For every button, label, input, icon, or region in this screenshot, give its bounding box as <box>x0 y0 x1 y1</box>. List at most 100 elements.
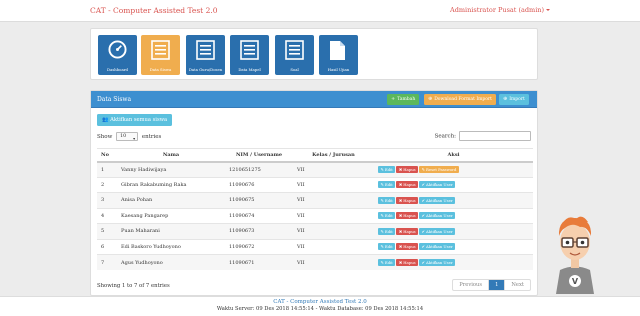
aktifkan-user-button[interactable]: ✔ Aktifkan User <box>419 259 456 266</box>
cell-nim: 11090673 <box>225 223 293 239</box>
cell-nim: 1210651275 <box>225 161 293 177</box>
tile-data-siswa[interactable]: Data Siswa <box>141 35 180 75</box>
tile-dashboard[interactable]: Dashboard <box>98 35 137 75</box>
table-row: 7 Agus Yudhoyono 11090671 VII ✎ Edit ✖ Ha… <box>97 254 533 270</box>
hapus-button[interactable]: ✖ Hapus <box>396 243 419 251</box>
cell-kelas: VII <box>293 238 374 255</box>
cell-aksi: ✎ Edit ✖ Hapus ✔ Aktifkan User <box>374 192 533 208</box>
cell-no: 2 <box>97 176 117 193</box>
siswa-table: No Nama NIM / Username Kelas / Jurusan A… <box>97 148 533 270</box>
cell-nama: Agus Yudhoyono <box>117 254 225 270</box>
aktifkan-semua-button[interactable]: 👥 Aktifkan semua siswa <box>97 114 173 126</box>
column-header: Aksi <box>374 148 533 163</box>
cell-no: 4 <box>97 207 117 224</box>
column-header[interactable]: NIM / Username <box>225 148 293 163</box>
edit-button[interactable]: ✎ Edit <box>378 243 396 251</box>
cell-nim: 11090672 <box>225 238 293 255</box>
column-header[interactable]: Kelas / Jurusan <box>293 148 374 163</box>
table-row: 2 Gibran Rakabuming Raka 11090676 VII ✎ … <box>97 176 533 193</box>
tile-soal[interactable]: Soal <box>275 35 314 75</box>
hapus-button[interactable]: ✖ Hapus <box>396 227 419 235</box>
aktifkan-user-button[interactable]: ✔ Aktifkan User <box>419 227 456 235</box>
edit-button[interactable]: ✎ Edit <box>378 181 396 189</box>
page-size-select[interactable]: 10 ▾ <box>116 132 139 141</box>
search-label: Search: <box>434 133 456 140</box>
cell-no: 1 <box>97 161 117 177</box>
aktifkan-label: Aktifkan User <box>426 182 453 188</box>
users-icon: 👥 <box>102 117 111 123</box>
edit-button[interactable]: ✎ Edit <box>378 212 396 220</box>
aktifkan-label: Aktifkan User <box>426 228 453 234</box>
list-icon <box>285 40 304 60</box>
tile-label: Data Guru/Dosen <box>188 67 223 72</box>
edit-label: Edit <box>384 260 393 265</box>
import-button[interactable]: ⊕ Import <box>499 94 529 105</box>
cell-no: 6 <box>97 238 117 255</box>
tile-data-mapel[interactable]: Data Mapel <box>230 35 269 75</box>
page-size-value: 10 <box>120 134 127 139</box>
tile-hasil-ujian[interactable]: Hasil Ujian <box>319 35 358 75</box>
speedometer-icon <box>108 40 127 59</box>
hapus-label: Hapus <box>403 213 416 219</box>
mascot-badge-letter: V <box>572 277 579 286</box>
hapus-button[interactable]: ✖ Hapus <box>396 166 419 173</box>
aktifkan-label: Aktifkan User <box>426 244 453 250</box>
cell-nim: 11090675 <box>225 192 293 208</box>
import-label: Import <box>509 97 525 102</box>
reset-password-button[interactable]: ✎ Reset Password <box>419 166 459 173</box>
hapus-label: Hapus <box>403 197 416 203</box>
edit-button[interactable]: ✎ Edit <box>378 196 396 204</box>
cell-aksi: ✎ Edit ✖ Hapus ✔ Aktifkan User <box>374 176 533 193</box>
cell-nama: Kaesang Pangarep <box>117 207 225 224</box>
aktifkan-user-button[interactable]: ✔ Aktifkan User <box>419 196 456 204</box>
hapus-button[interactable]: ✖ Hapus <box>396 259 419 266</box>
aktifkan-user-button[interactable]: ✔ Aktifkan User <box>419 243 456 251</box>
cell-nama: Puan Maharani <box>117 223 225 239</box>
top-navbar: CAT - Computer Assisted Test 2.0 Adminis… <box>0 0 640 22</box>
cell-aksi: ✎ Edit ✖ Hapus ✎ Reset Password <box>374 161 533 177</box>
document-icon <box>330 41 345 60</box>
show-label: Show <box>97 134 113 140</box>
search-control: Search: <box>435 131 531 142</box>
entries-label: entries <box>141 134 162 140</box>
table-row: 4 Kaesang Pangarep 11090674 VII ✎ Edit ✖ … <box>97 207 533 224</box>
cell-nama: Gibran Rakabuming Raka <box>117 176 225 193</box>
hapus-button[interactable]: ✖ Hapus <box>396 181 419 189</box>
page-1-button[interactable]: 1 <box>488 280 505 290</box>
aktifkan-user-button[interactable]: ✔ Aktifkan User <box>419 212 456 220</box>
aktifkan-label: Aktifkan User <box>426 197 453 203</box>
page-footer: CAT - Computer Assisted Test 2.0 Waktu S… <box>0 296 640 316</box>
data-siswa-panel: Data Siswa + Tambah ⊕ Download Format Impo… <box>90 90 538 296</box>
caret-down-icon <box>546 9 550 11</box>
column-header[interactable]: No <box>97 148 117 163</box>
cell-kelas: VII <box>293 223 374 239</box>
edit-label: Edit <box>384 197 393 203</box>
tile-label: Dashboard <box>107 67 128 72</box>
import-icon: ⊕ <box>503 96 508 102</box>
next-page-button[interactable]: Next <box>504 280 530 290</box>
edit-button[interactable]: ✎ Edit <box>378 259 396 266</box>
aktifkan-user-button[interactable]: ✔ Aktifkan User <box>419 181 456 189</box>
aktifkan-label: Aktifkan User <box>426 213 453 219</box>
tambah-button[interactable]: + Tambah <box>387 94 420 105</box>
edit-button[interactable]: ✎ Edit <box>378 227 396 235</box>
cell-nama: Edi Baskoro Yudhoyono <box>117 238 225 255</box>
edit-label: Edit <box>384 228 393 234</box>
tile-data-guru[interactable]: Data Guru/Dosen <box>186 35 225 75</box>
download-icon: ⊕ <box>428 96 433 102</box>
search-input[interactable] <box>459 131 531 141</box>
download-format-button[interactable]: ⊕ Download Format Import <box>424 94 496 105</box>
reset-label: Reset Password <box>426 167 457 172</box>
user-name: Administrator Pusat (admin) <box>450 6 544 14</box>
hapus-button[interactable]: ✖ Hapus <box>396 212 419 220</box>
edit-button[interactable]: ✎ Edit <box>378 166 396 173</box>
panel-title: Data Siswa <box>97 96 132 103</box>
user-menu-dropdown[interactable]: Administrator Pusat (admin) <box>450 6 550 14</box>
cell-no: 7 <box>97 254 117 270</box>
hapus-label: Hapus <box>403 167 416 172</box>
previous-page-button[interactable]: Previous <box>453 280 488 290</box>
hapus-button[interactable]: ✖ Hapus <box>396 196 419 204</box>
app-brand-link[interactable]: CAT - Computer Assisted Test 2.0 <box>90 6 218 15</box>
column-header[interactable]: Nama <box>117 148 225 163</box>
table-info: Showing 1 to 7 of 7 entries <box>97 283 170 289</box>
